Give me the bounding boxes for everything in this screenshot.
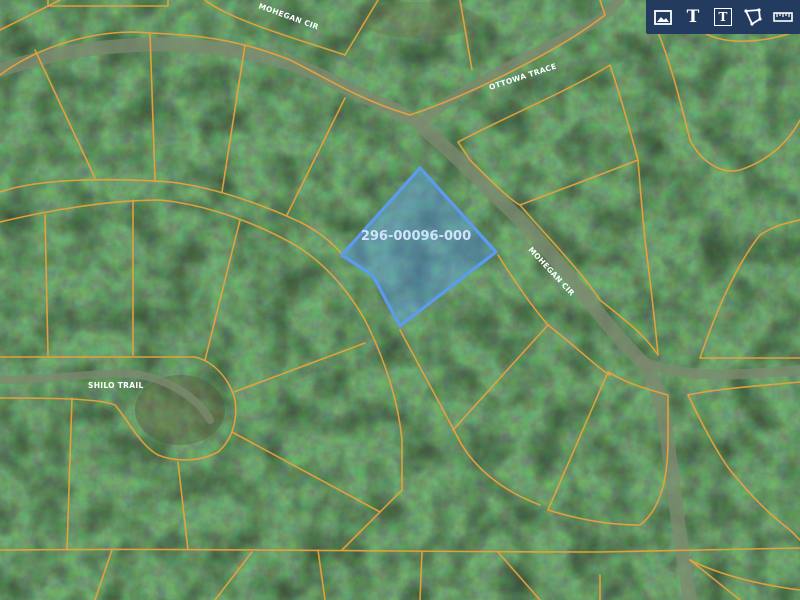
polygon-tool-button[interactable] [740,4,766,30]
image-icon [654,9,672,25]
text-tool-button[interactable]: T [680,4,706,30]
ruler-icon [773,12,793,22]
measure-tool-button[interactable] [770,4,796,30]
map-toolbar: T T [646,0,800,34]
satellite-imagery: 296-00096-000 MOHEGAN CIR OTTOWA TRACE M… [0,0,800,600]
parcel-id-label: 296-00096-000 [361,229,471,244]
map-view[interactable]: 296-00096-000 MOHEGAN CIR OTTOWA TRACE M… [0,0,800,600]
text-box-icon: T [714,8,732,26]
street-label-shilo-trail: SHILO TRAIL [88,381,144,390]
text-icon: T [686,6,700,27]
text-box-tool-button[interactable]: T [710,4,736,30]
polygon-icon [744,8,762,26]
image-tool-button[interactable] [650,4,676,30]
